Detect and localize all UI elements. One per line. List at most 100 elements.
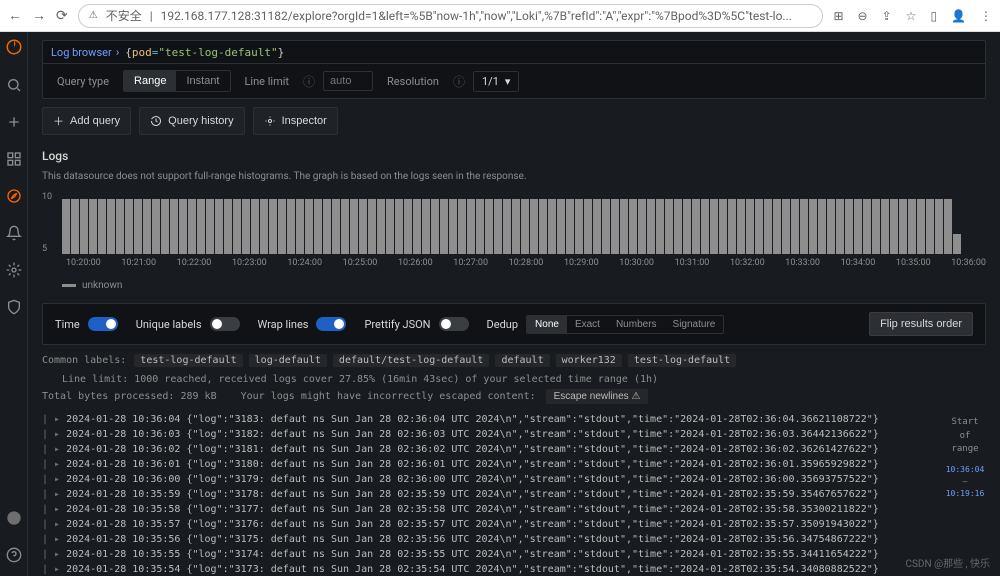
- histogram-bar[interactable]: [737, 199, 745, 254]
- histogram-bar[interactable]: [863, 199, 871, 254]
- log-row[interactable]: |▸ 2024-01-28 10:35:54 {"log":"3173: def…: [42, 562, 986, 576]
- dedup-none[interactable]: None: [527, 316, 567, 333]
- histogram-bar[interactable]: [566, 199, 574, 254]
- histogram-bar[interactable]: [764, 199, 772, 254]
- histogram-bar[interactable]: [629, 199, 637, 254]
- histogram-bar[interactable]: [521, 199, 529, 254]
- plus-icon[interactable]: [6, 114, 22, 133]
- label-chip[interactable]: worker132: [556, 354, 622, 367]
- histogram-bar[interactable]: [926, 199, 934, 254]
- histogram-bar[interactable]: [503, 199, 511, 254]
- histogram-bar[interactable]: [89, 199, 97, 254]
- search-icon[interactable]: [6, 77, 22, 96]
- histogram-bar[interactable]: [404, 199, 412, 254]
- histogram-bar[interactable]: [944, 199, 952, 254]
- forward-button[interactable]: →: [32, 7, 46, 24]
- flip-results-button[interactable]: Flip results order: [869, 312, 973, 336]
- histogram-bar[interactable]: [647, 199, 655, 254]
- histogram-bar[interactable]: [206, 199, 214, 254]
- histogram-bar[interactable]: [368, 199, 376, 254]
- log-row[interactable]: |▸ 2024-01-28 10:36:01 {"log":"3180: def…: [42, 457, 986, 472]
- histogram-bar[interactable]: [719, 199, 727, 254]
- histogram-bar[interactable]: [62, 199, 70, 254]
- add-query-button[interactable]: ＋Add query: [42, 107, 131, 135]
- histogram-bar[interactable]: [881, 199, 889, 254]
- compass-icon[interactable]: [6, 188, 22, 207]
- histogram-bar[interactable]: [512, 199, 520, 254]
- histogram-bar[interactable]: [314, 199, 322, 254]
- histogram-bar[interactable]: [656, 199, 664, 254]
- histogram-bar[interactable]: [791, 199, 799, 254]
- histogram-bar[interactable]: [872, 199, 880, 254]
- histogram-bar[interactable]: [377, 199, 385, 254]
- histogram-bar[interactable]: [161, 199, 169, 254]
- histogram-bar[interactable]: [116, 199, 124, 254]
- histogram-bar[interactable]: [539, 199, 547, 254]
- query-history-button[interactable]: Query history: [139, 107, 244, 135]
- histogram-bar[interactable]: [197, 199, 205, 254]
- histogram-bar[interactable]: [71, 199, 79, 254]
- label-chip[interactable]: default: [495, 354, 549, 367]
- histogram-bar[interactable]: [935, 199, 943, 254]
- histogram-bar[interactable]: [467, 199, 475, 254]
- histogram-bar[interactable]: [143, 199, 151, 254]
- log-row[interactable]: |▸ 2024-01-28 10:36:04 {"log":"3183: def…: [42, 412, 986, 427]
- histogram-bar[interactable]: [890, 199, 898, 254]
- translate-icon[interactable]: ⊞: [833, 9, 843, 23]
- histogram-bar[interactable]: [251, 199, 259, 254]
- log-row[interactable]: |▸ 2024-01-28 10:36:03 {"log":"3182: def…: [42, 427, 986, 442]
- histogram-bar[interactable]: [917, 199, 925, 254]
- histogram-bar[interactable]: [287, 199, 295, 254]
- histogram-bar[interactable]: [665, 199, 673, 254]
- histogram-bar[interactable]: [845, 199, 853, 254]
- log-browser-button[interactable]: Log browser: [51, 46, 112, 59]
- log-row[interactable]: |▸ 2024-01-28 10:35:57 {"log":"3176: def…: [42, 517, 986, 532]
- histogram-bar[interactable]: [746, 199, 754, 254]
- help-icon[interactable]: ⓘ: [303, 73, 315, 90]
- label-chip[interactable]: test-log-default: [134, 354, 242, 367]
- address-bar[interactable]: ⚠ 不安全 | 192.168.177.128:31182/explore?or…: [78, 4, 824, 28]
- histogram-bar[interactable]: [188, 199, 196, 254]
- histogram-bar[interactable]: [215, 199, 223, 254]
- resolution-select[interactable]: 1/1 ▾: [473, 71, 519, 92]
- histogram-bar[interactable]: [899, 199, 907, 254]
- histogram-bar[interactable]: [818, 199, 826, 254]
- reload-button[interactable]: ⟳: [56, 8, 68, 24]
- wrap-lines-toggle[interactable]: [316, 317, 346, 331]
- help-icon[interactable]: [6, 547, 22, 566]
- histogram-bar[interactable]: [773, 199, 781, 254]
- inspector-button[interactable]: Inspector: [253, 107, 338, 135]
- log-histogram[interactable]: 10 5 10:20:0010:21:0010:22:0010:23:0010:…: [42, 192, 986, 276]
- histogram-bar[interactable]: [98, 199, 106, 254]
- back-button[interactable]: ←: [8, 7, 22, 24]
- histogram-bar[interactable]: [530, 199, 538, 254]
- histogram-bar[interactable]: [278, 199, 286, 254]
- time-toggle[interactable]: [88, 317, 118, 331]
- histogram-bar[interactable]: [269, 199, 277, 254]
- bell-icon[interactable]: [6, 225, 22, 244]
- histogram-bar[interactable]: [692, 199, 700, 254]
- histogram-bar[interactable]: [458, 199, 466, 254]
- label-chip[interactable]: default/test-log-default: [333, 354, 490, 367]
- histogram-bar[interactable]: [809, 199, 817, 254]
- histogram-bar[interactable]: [710, 199, 718, 254]
- histogram-bar[interactable]: [953, 234, 961, 254]
- avatar[interactable]: [6, 510, 22, 529]
- dedup-signature[interactable]: Signature: [665, 316, 724, 333]
- histogram-bar[interactable]: [584, 199, 592, 254]
- histogram-bar[interactable]: [233, 199, 241, 254]
- histogram-bar[interactable]: [548, 199, 556, 254]
- log-row[interactable]: |▸ 2024-01-28 10:35:58 {"log":"3177: def…: [42, 502, 986, 517]
- histogram-bar[interactable]: [395, 199, 403, 254]
- histogram-bar[interactable]: [350, 199, 358, 254]
- share-icon[interactable]: ⇪: [882, 9, 892, 23]
- histogram-bar[interactable]: [620, 199, 628, 254]
- histogram-bar[interactable]: [728, 199, 736, 254]
- histogram-bar[interactable]: [755, 199, 763, 254]
- histogram-bar[interactable]: [638, 199, 646, 254]
- query-expression[interactable]: {pod="test-log-default"}: [125, 46, 284, 59]
- histogram-bar[interactable]: [80, 199, 88, 254]
- histogram-bar[interactable]: [152, 199, 160, 254]
- label-chip[interactable]: test-log-default: [628, 354, 736, 367]
- histogram-bar[interactable]: [413, 199, 421, 254]
